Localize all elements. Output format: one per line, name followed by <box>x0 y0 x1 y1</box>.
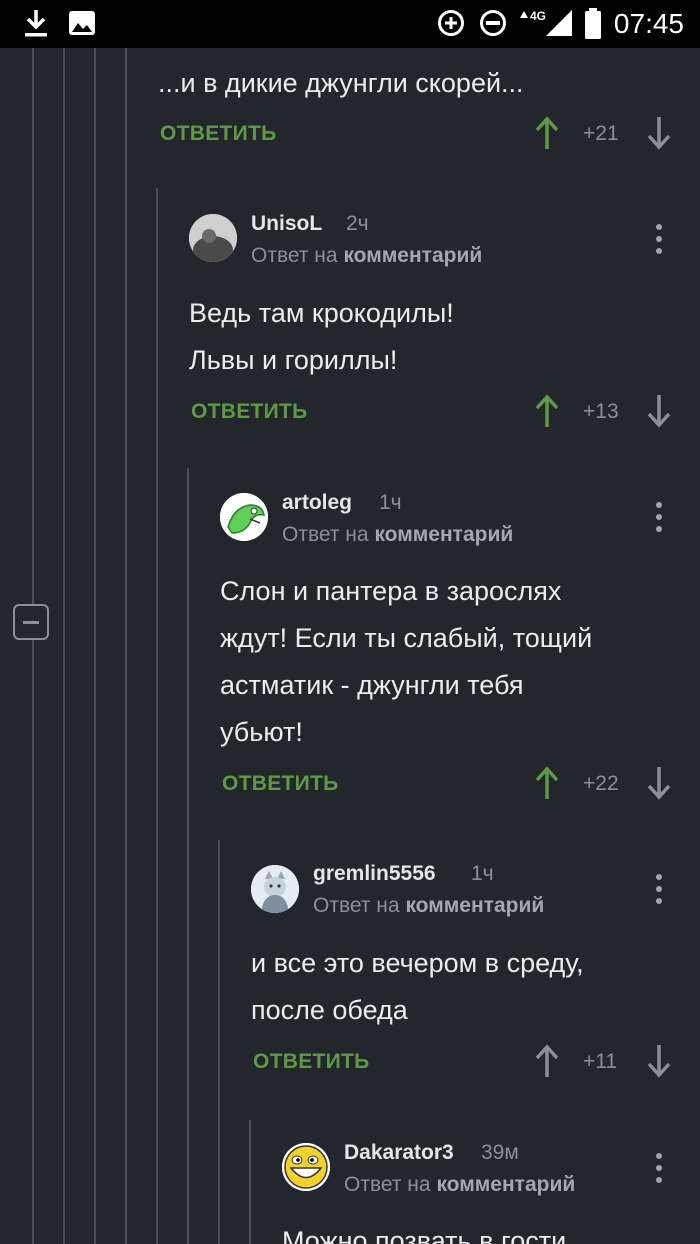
reply-to: Ответ на комментарий <box>344 1173 575 1197</box>
thread-line <box>187 468 189 1244</box>
reply-to-link[interactable]: комментарий <box>405 894 544 917</box>
reply-to-prefix: Ответ на <box>344 1173 431 1196</box>
reply-to-prefix: Ответ на <box>282 523 369 546</box>
signal-icon: 4G <box>516 8 574 43</box>
upvote-arrow-icon[interactable] <box>534 766 560 800</box>
reply-button[interactable]: ОТВЕТИТЬ <box>191 400 308 424</box>
thread-line <box>94 48 96 1244</box>
reply-to-prefix: Ответ на <box>313 894 400 917</box>
thread-line <box>125 48 127 1244</box>
comment-text: Ведь там крокодилы! Львы и гориллы! <box>189 290 454 384</box>
thread-line <box>249 1120 251 1244</box>
comment-text-line: Ведь там крокодилы! <box>189 298 454 328</box>
thread-line <box>32 640 34 1244</box>
reply-button[interactable]: ОТВЕТИТЬ <box>253 1050 370 1074</box>
reply-to-link[interactable]: комментарий <box>374 523 513 546</box>
network-type-label: 4G <box>530 9 546 23</box>
thread-line <box>156 188 158 1244</box>
comment-time: 1ч <box>471 862 494 885</box>
upvote-arrow-icon[interactable] <box>534 394 560 428</box>
more-options-icon[interactable] <box>649 1151 669 1185</box>
avatar[interactable] <box>251 865 299 913</box>
comment-text-line: ждут! Если ты слабый, тощий <box>220 623 593 653</box>
more-options-icon[interactable] <box>649 872 669 906</box>
thread-line <box>32 48 34 604</box>
reply-to: Ответ на комментарий <box>251 244 482 268</box>
data-saver-icon <box>436 8 466 43</box>
more-options-icon[interactable] <box>649 500 669 534</box>
reply-button[interactable]: ОТВЕТИТЬ <box>222 772 339 796</box>
username[interactable]: gremlin5556 <box>313 862 436 886</box>
downvote-arrow-icon[interactable] <box>646 1044 672 1078</box>
reply-to-link[interactable]: комментарий <box>343 244 482 267</box>
comment-text: и все это вечером в среду, после обеда <box>251 940 584 1034</box>
rating: +21 <box>583 122 619 145</box>
downvote-arrow-icon[interactable] <box>646 394 672 428</box>
download-icon <box>22 8 50 43</box>
avatar[interactable] <box>220 493 268 541</box>
username[interactable]: Dakarator3 <box>344 1141 454 1165</box>
status-bar: 4G 07:45 <box>0 0 700 48</box>
reply-to-link[interactable]: комментарий <box>436 1173 575 1196</box>
thread-line <box>218 840 220 1244</box>
comment-time: 1ч <box>379 491 402 514</box>
downvote-arrow-icon[interactable] <box>646 766 672 800</box>
comment-text-line: убьют! <box>220 717 303 747</box>
reply-button[interactable]: ОТВЕТИТЬ <box>160 122 277 146</box>
do-not-disturb-icon <box>478 8 508 43</box>
comment-text-line: Слон и пантера в зарослях <box>220 576 562 606</box>
comment-text-line: астматик - джунгли тебя <box>220 670 524 700</box>
rating: +13 <box>583 400 619 423</box>
comment-text: ...и в дикие джунгли скорей... <box>158 68 524 98</box>
rating: +22 <box>583 772 619 795</box>
comment-text: Слон и пантера в зарослях ждут! Если ты … <box>220 568 592 756</box>
comment-text-line: и все это вечером в среду, <box>251 948 584 978</box>
downvote-arrow-icon[interactable] <box>646 116 672 150</box>
avatar[interactable] <box>189 214 237 262</box>
thread-line <box>63 48 65 1244</box>
image-icon <box>68 8 96 43</box>
comment-text: Можно позвать в гости <box>282 1218 566 1244</box>
reply-to: Ответ на комментарий <box>282 523 513 547</box>
comment-time: 2ч <box>346 212 369 235</box>
comment-text-line: Можно позвать в гости <box>282 1226 567 1244</box>
comment-text-line: Львы и гориллы! <box>189 345 398 375</box>
upvote-arrow-icon[interactable] <box>534 116 560 150</box>
reply-to: Ответ на комментарий <box>313 894 544 918</box>
username[interactable]: UnisoL <box>251 212 322 236</box>
collapse-thread-button[interactable] <box>13 604 49 640</box>
rating: +11 <box>583 1050 618 1073</box>
username[interactable]: artoleg <box>282 491 352 515</box>
reply-to-prefix: Ответ на <box>251 244 338 267</box>
clock: 07:45 <box>613 8 684 39</box>
more-options-icon[interactable] <box>649 222 669 256</box>
upvote-arrow-icon[interactable] <box>534 1044 560 1078</box>
battery-icon <box>584 8 602 45</box>
comment-time: 39м <box>481 1141 519 1164</box>
comment-text-line: после обеда <box>251 995 408 1025</box>
avatar[interactable] <box>282 1143 330 1191</box>
